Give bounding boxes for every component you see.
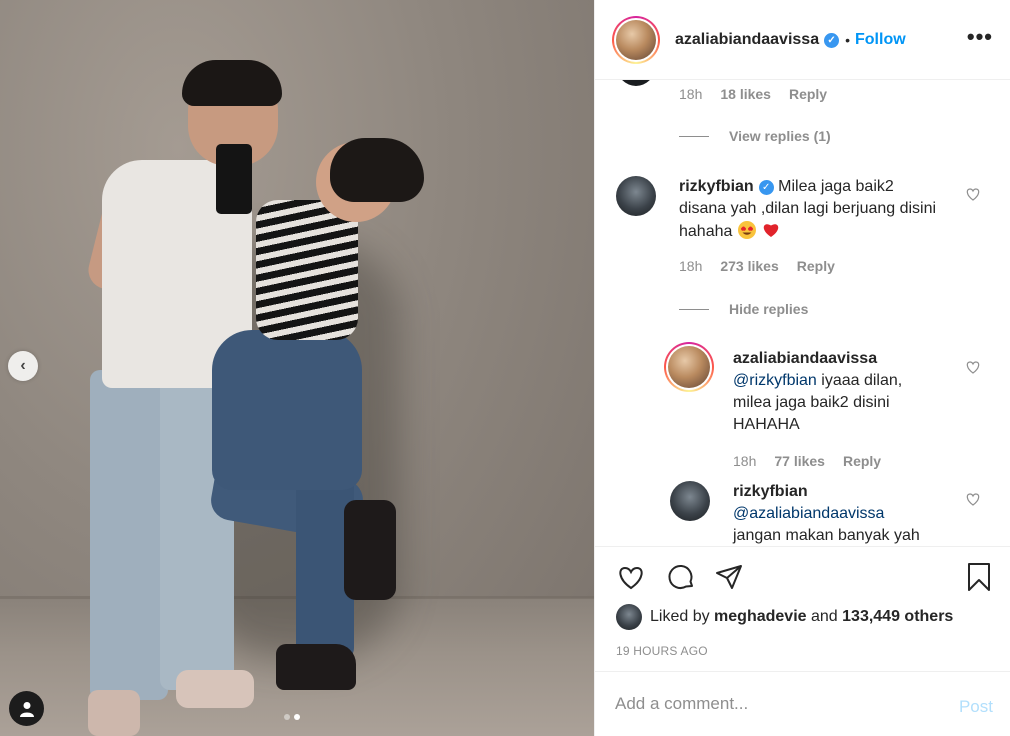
carousel-dot [284, 714, 290, 720]
likes-count[interactable]: 133,449 others [842, 608, 953, 626]
comment-input[interactable] [615, 694, 935, 714]
tagged-users-button[interactable] [9, 691, 44, 726]
carousel-dot-active [294, 714, 300, 720]
liker-username[interactable]: meghadevie [714, 608, 806, 626]
chevron-left-icon: ‹ [20, 357, 26, 374]
comment-username[interactable]: rizkyfbian [679, 178, 754, 195]
comment-meta: 18h 273 likes Reply [679, 258, 835, 274]
share-icon[interactable] [713, 561, 745, 593]
reply-text: jangan makan banyak yah [733, 527, 920, 544]
reply-body: rizkyfbian @azaliabiandaavissa jangan ma… [733, 481, 943, 546]
story-ring[interactable] [612, 15, 660, 64]
reply-button[interactable]: Reply [789, 86, 827, 102]
hide-replies-button[interactable]: Hide replies [679, 301, 808, 317]
red-heart-emoji-icon [764, 224, 779, 237]
person2-hair [330, 138, 424, 202]
reply-username[interactable]: rizkyfbian [733, 483, 808, 500]
reply-mention[interactable]: @rizkyfbian [733, 372, 817, 389]
avatar [616, 19, 656, 60]
replies-divider [679, 135, 709, 137]
verified-icon: ✓ [758, 180, 774, 195]
save-bookmark-icon[interactable] [963, 561, 995, 593]
follow-button[interactable]: Follow [855, 31, 906, 49]
person2-jeans [212, 330, 362, 490]
person2-striped-top [256, 200, 358, 340]
reply-meta: 18h 77 likes Reply [733, 453, 882, 469]
comment-icon[interactable] [665, 561, 697, 593]
view-replies-button[interactable]: View replies (1) [679, 128, 831, 144]
avatar [668, 346, 710, 388]
comments-list[interactable]: 18h 18 likes Reply View replies (1) rizk… [595, 80, 1010, 546]
replies-divider [679, 308, 709, 310]
avatar [617, 80, 655, 86]
header-separator: • [845, 31, 850, 48]
reply-button[interactable]: Reply [797, 258, 835, 274]
avatar[interactable] [616, 176, 656, 216]
verified-icon: ✓ [824, 32, 840, 48]
post-comment-button[interactable]: Post [959, 697, 993, 717]
reply-username[interactable]: azaliabiandaavissa [733, 350, 877, 367]
like-heart-icon[interactable] [615, 561, 647, 593]
carousel-indicator [284, 714, 300, 720]
reply-mention[interactable]: @azaliabiandaavissa [733, 505, 884, 522]
add-comment-bar: Post [595, 671, 1010, 736]
reply-button[interactable]: Reply [843, 453, 881, 469]
person2-shoe-right [344, 500, 396, 600]
person1-shoe-left [88, 690, 140, 736]
comment-meta: 18h 18 likes Reply [679, 86, 828, 102]
heart-eyes-emoji-icon [737, 221, 756, 239]
carousel-prev-button[interactable]: ‹ [8, 351, 38, 381]
person1-jeans-left [90, 370, 168, 700]
likes-summary: Liked by meghadevie and 133,449 others [616, 604, 953, 630]
post-timestamp[interactable]: 19 HOURS AGO [616, 644, 708, 658]
person1-shoe-right [176, 670, 254, 708]
person1-hair [182, 60, 282, 106]
like-comment-heart-icon[interactable] [965, 186, 981, 202]
comment-body: rizkyfbian ✓ Milea jaga baik2 disana yah … [679, 176, 939, 243]
liker-avatar[interactable] [616, 604, 642, 630]
post-header: azaliabiandaavissa ✓ • Follow ••• [595, 0, 1010, 80]
reply-body: azaliabiandaavissa @rizkyfbian iyaaa dil… [733, 348, 943, 436]
author-username[interactable]: azaliabiandaavissa ✓ [675, 31, 840, 49]
post-photo[interactable]: ‹ [0, 0, 594, 736]
user-icon [19, 701, 34, 717]
avatar[interactable] [670, 481, 710, 521]
story-ring[interactable] [664, 342, 714, 392]
more-options-icon[interactable]: ••• [967, 24, 993, 50]
phone [216, 144, 252, 214]
like-comment-heart-icon[interactable] [965, 491, 981, 507]
post-sidebar: azaliabiandaavissa ✓ • Follow ••• 18h 18 … [594, 0, 1010, 736]
person2-shoe-left [276, 644, 356, 690]
like-comment-heart-icon[interactable] [965, 359, 981, 375]
